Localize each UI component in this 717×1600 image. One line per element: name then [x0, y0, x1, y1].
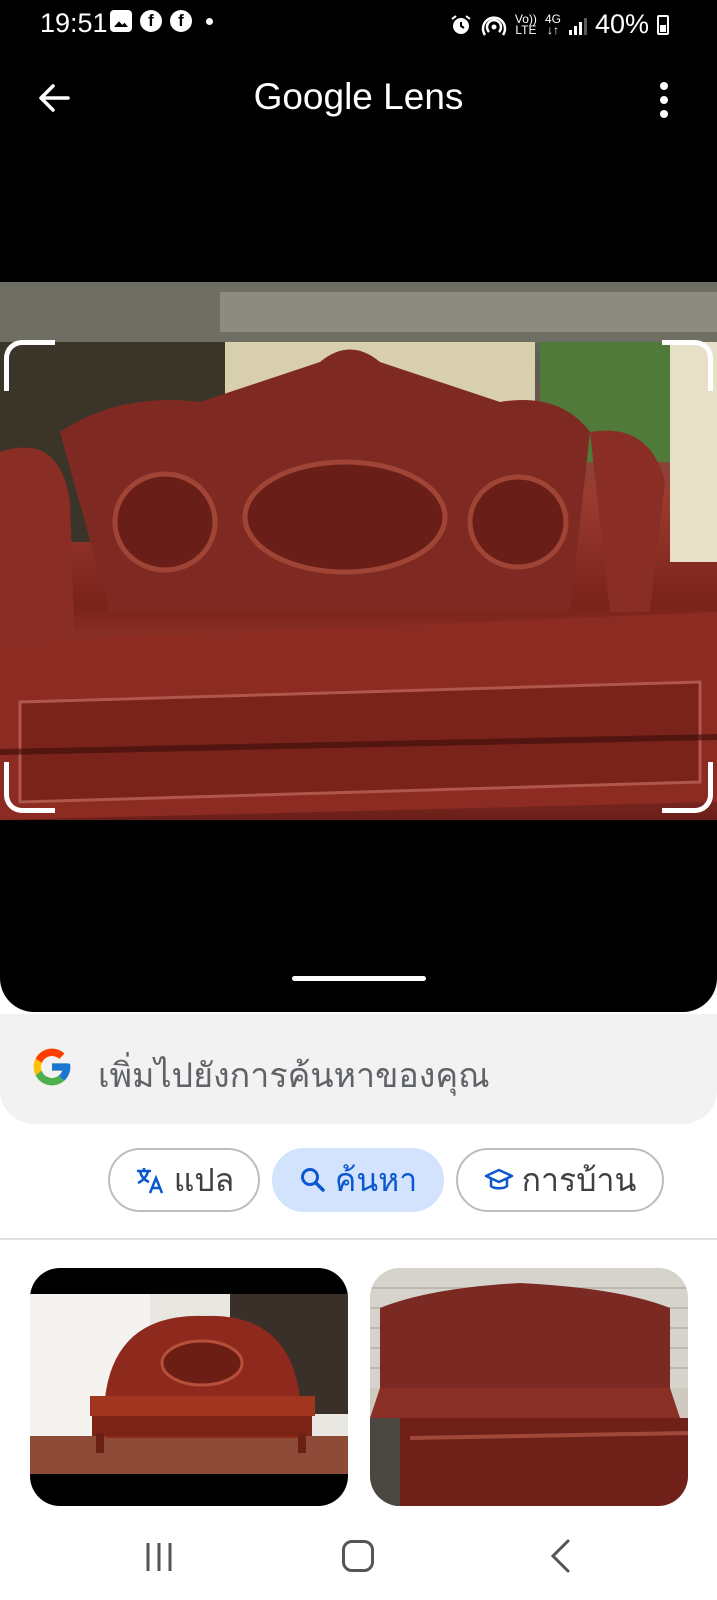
- search-icon: [300, 1168, 325, 1192]
- search-chip-label: ค้นหา: [334, 1160, 418, 1199]
- lens-viewer: 19:51 f f Vo)) LTE 4G ↓↑ 40% Google Lens: [0, 0, 717, 1012]
- divider: [0, 1238, 717, 1240]
- home-icon[interactable]: [342, 1540, 374, 1572]
- dot-icon: [206, 17, 213, 25]
- carved-bench-image: [0, 282, 717, 820]
- back-icon[interactable]: [548, 1538, 572, 1574]
- battery-percent: 40%: [594, 9, 649, 39]
- status-bar: 19:51 f f Vo)) LTE 4G ↓↑ 40%: [0, 0, 717, 46]
- lens-image[interactable]: [0, 282, 717, 820]
- status-time: 19:51: [40, 8, 108, 38]
- result-card[interactable]: [370, 1268, 688, 1506]
- drag-handle[interactable]: [292, 976, 426, 981]
- result-thumbnail: [30, 1294, 348, 1474]
- crop-corner-bottom-left[interactable]: [4, 762, 55, 813]
- recent-apps-icon[interactable]: [144, 1540, 174, 1574]
- crop-corner-bottom-right[interactable]: [662, 762, 713, 813]
- add-to-search-bar[interactable]: เพิ่มไปยังการค้นหาของคุณ: [0, 1014, 717, 1124]
- battery-icon: [657, 14, 669, 35]
- result-thumbnail: [370, 1268, 688, 1506]
- hotspot-icon: [481, 15, 507, 36]
- google-g-icon: [33, 1048, 71, 1086]
- search-input[interactable]: เพิ่มไปยังการค้นหาของคุณ: [98, 1048, 490, 1102]
- translate-chip-label: แปล: [173, 1160, 235, 1199]
- alarm-icon: [451, 14, 471, 34]
- signal-icon: [568, 15, 587, 35]
- homework-chip-label: การบ้าน: [521, 1160, 637, 1199]
- translate-icon: [136, 1168, 163, 1194]
- system-nav-bar: [0, 1520, 717, 1600]
- app-bar: Google Lens: [0, 60, 717, 140]
- crop-corner-top-right[interactable]: [662, 340, 713, 391]
- 4g-icon: 4G ↓↑: [544, 11, 561, 37]
- volte-icon: Vo)) LTE: [514, 11, 537, 37]
- more-vert-icon[interactable]: [659, 82, 669, 118]
- app-title: Google Lens: [253, 76, 464, 117]
- result-card[interactable]: [30, 1268, 348, 1506]
- mode-chips: แปล ค้นหา การบ้าน: [0, 1148, 717, 1216]
- crop-corner-top-left[interactable]: [4, 340, 55, 391]
- facebook-icon: f: [170, 10, 192, 32]
- facebook-icon: f: [140, 10, 162, 32]
- gallery-icon: [110, 10, 132, 32]
- search-chip[interactable]: ค้นหา: [272, 1148, 444, 1212]
- homework-chip[interactable]: การบ้าน: [456, 1148, 664, 1212]
- translate-chip[interactable]: แปล: [108, 1148, 260, 1212]
- graduation-cap-icon: [484, 1168, 513, 1190]
